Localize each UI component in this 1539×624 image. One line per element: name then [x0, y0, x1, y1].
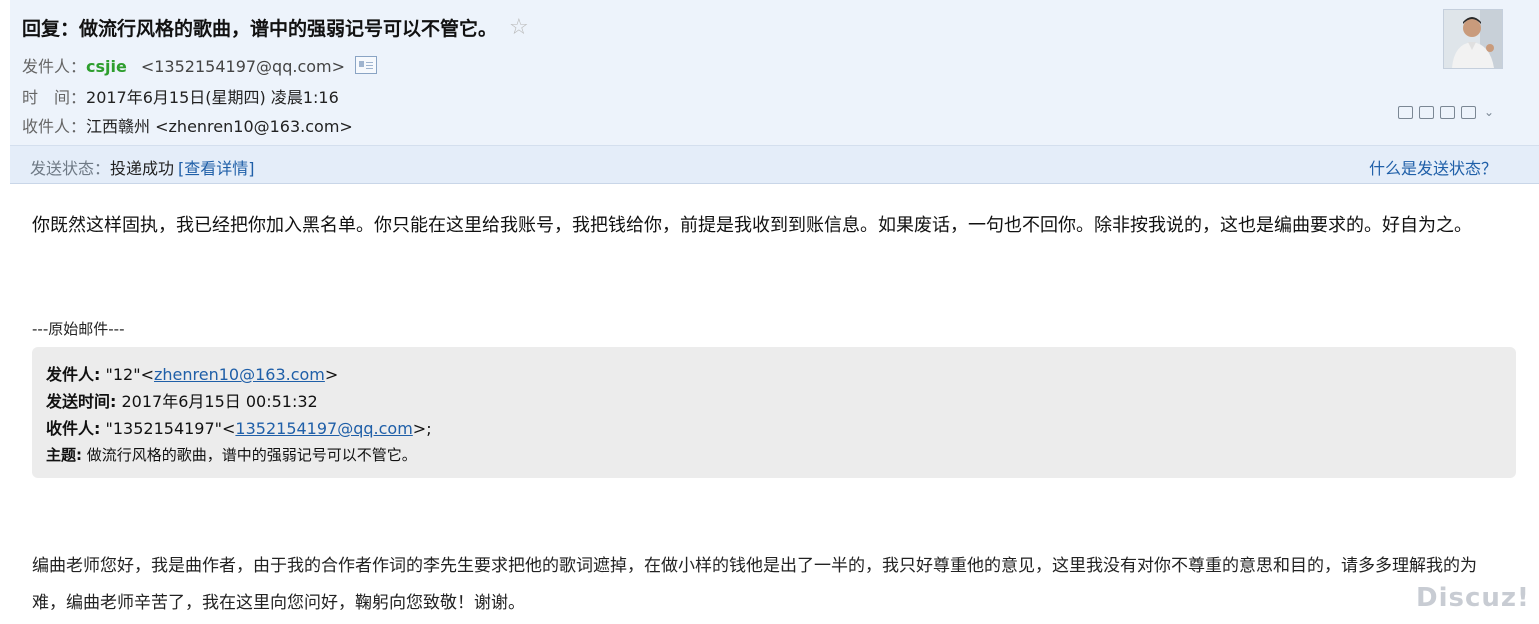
download-icon[interactable] — [1440, 106, 1455, 119]
original-to-row: 收件人: "1352154197"<1352154197@qq.com>; — [46, 415, 1502, 442]
star-icon[interactable]: ☆ — [509, 16, 529, 39]
view-details-link[interactable]: [查看详情] — [178, 159, 255, 178]
mail-subject: 回复：做流行风格的歌曲，谱中的强弱记号可以不管它。 — [22, 18, 498, 40]
message-toolbar: ⌄ — [1398, 106, 1496, 119]
original-to-email-link[interactable]: 1352154197@qq.com — [235, 419, 412, 438]
status-help-link[interactable]: 什么是发送状态？ — [1369, 155, 1497, 179]
original-subject-value: 做流行风格的歌曲，谱中的强弱记号可以不管它。 — [86, 446, 417, 464]
original-from-email-link[interactable]: zhenren10@163.com — [154, 365, 325, 384]
delivery-status-bar: 发送状态：投递成功 [查看详情] 什么是发送状态？ — [10, 145, 1539, 184]
original-subject-row: 主题: 做流行风格的歌曲，谱中的强弱记号可以不管它。 — [46, 442, 1502, 469]
delivery-status: 发送状态：投递成功 [查看详情] — [30, 155, 255, 179]
original-date-row: 发送时间: 2017年6月15日 00:51:32 — [46, 388, 1502, 415]
original-to-close: >; — [412, 419, 432, 438]
original-mail-quote: 发件人: "12"<zhenren10@163.com> 发送时间: 2017年… — [32, 347, 1516, 478]
reply-body: 你既然这样固执，我已经把你加入黑名单。你只能在这里给我账号，我把钱给你，前提是我… — [32, 215, 1472, 236]
status-value: 投递成功 — [110, 159, 175, 178]
original-to-name: "1352154197"< — [105, 419, 236, 438]
original-date-value: 2017年6月15日 00:51:32 — [121, 392, 318, 411]
chevron-down-icon[interactable]: ⌄ — [1482, 106, 1496, 119]
time-label: 时 间： — [22, 88, 87, 107]
contact-card-icon[interactable] — [355, 56, 378, 74]
subject-row: 回复：做流行风格的歌曲，谱中的强弱记号可以不管它。 ☆ — [22, 14, 529, 41]
new-window-icon[interactable] — [1398, 106, 1413, 119]
original-from-name: "12"< — [105, 365, 154, 384]
avatar-image — [1444, 10, 1502, 68]
original-mail-separator: ---原始邮件--- — [32, 320, 125, 338]
from-label: 发件人： — [22, 57, 87, 76]
time-value: 2017年6月15日(星期四) 凌晨1:16 — [86, 88, 339, 107]
discuz-watermark: Discuz! — [1416, 583, 1530, 613]
status-label: 发送状态： — [30, 159, 111, 178]
original-from-close: > — [324, 365, 339, 384]
original-from-label: 发件人: — [46, 365, 101, 384]
avatar[interactable] — [1443, 9, 1503, 69]
from-row: 发件人：csjie <1352154197@qq.com> — [22, 53, 378, 77]
original-from-row: 发件人: "12"<zhenren10@163.com> — [46, 361, 1502, 388]
recipient-name: 江西赣州 — [86, 117, 151, 136]
sender-address: <1352154197@qq.com> — [140, 57, 346, 76]
composer-message: 编曲老师您好，我是曲作者，由于我的合作者作词的李先生要求把他的歌词遮掉，在做小样… — [32, 556, 1477, 613]
to-row: 收件人：江西赣州 <zhenren10@163.com> — [22, 113, 353, 137]
print-preview-icon[interactable] — [1419, 106, 1434, 119]
original-date-label: 发送时间: — [46, 392, 117, 411]
original-to-label: 收件人: — [46, 419, 101, 438]
original-subject-label: 主题: — [46, 446, 82, 464]
recipient-address: <zhenren10@163.com> — [155, 117, 353, 136]
print-icon[interactable] — [1461, 106, 1476, 119]
sender-name[interactable]: csjie — [86, 57, 127, 76]
time-row: 时 间：2017年6月15日(星期四) 凌晨1:16 — [22, 84, 339, 108]
to-label: 收件人： — [22, 117, 87, 136]
